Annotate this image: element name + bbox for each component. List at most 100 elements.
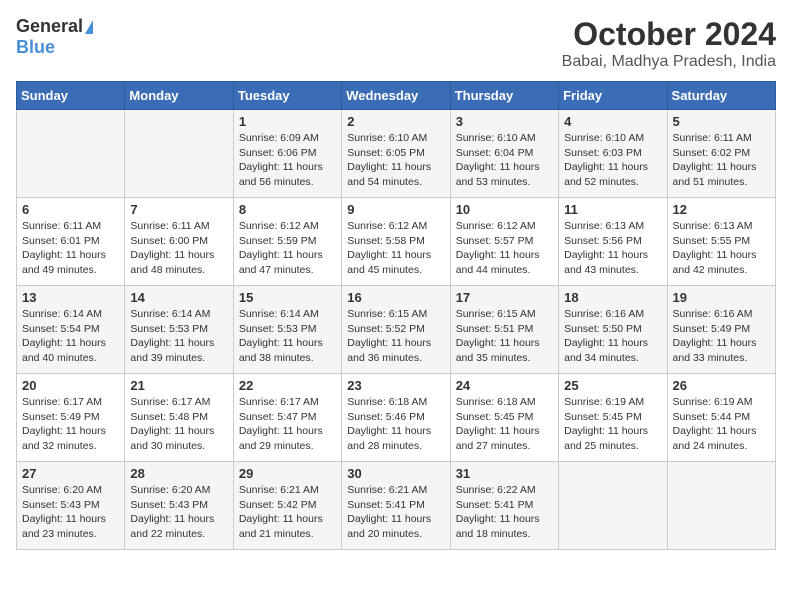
calendar-cell: 13Sunrise: 6:14 AM Sunset: 5:54 PM Dayli… [17,286,125,374]
header-row: SundayMondayTuesdayWednesdayThursdayFrid… [17,82,776,110]
calendar-table: SundayMondayTuesdayWednesdayThursdayFrid… [16,81,776,550]
cell-details: Sunrise: 6:15 AM Sunset: 5:52 PM Dayligh… [347,307,444,366]
calendar-cell: 28Sunrise: 6:20 AM Sunset: 5:43 PM Dayli… [125,462,233,550]
calendar-cell: 11Sunrise: 6:13 AM Sunset: 5:56 PM Dayli… [559,198,667,286]
calendar-cell: 29 Sunrise: 6:21 AM Sunset: 5:42 PM Dayli… [233,462,341,550]
calendar-cell: 24 Sunrise: 6:18 AM Sunset: 5:45 PM Dayli… [450,374,558,462]
cell-details: Sunrise: 6:19 AM Sunset: 5:45 PM Dayligh… [564,395,661,454]
calendar-cell: 17 Sunrise: 6:15 AM Sunset: 5:51 PM Dayli… [450,286,558,374]
cell-details: Sunrise: 6:14 AM Sunset: 5:53 PM Dayligh… [130,307,227,366]
header-day-sunday: Sunday [17,82,125,110]
calendar-cell: 14 Sunrise: 6:14 AM Sunset: 5:53 PM Dayli… [125,286,233,374]
day-number: 1 [239,114,336,129]
day-number: 10 [456,202,553,217]
cell-details: Sunrise: 6:11 AM Sunset: 6:02 PM Dayligh… [673,131,770,190]
day-number: 27 [22,466,119,481]
calendar-cell: 30 Sunrise: 6:21 AM Sunset: 5:41 PM Dayli… [342,462,450,550]
calendar-cell: 20Sunrise: 6:17 AM Sunset: 5:49 PM Dayli… [17,374,125,462]
day-number: 3 [456,114,553,129]
cell-details: Sunrise: 6:20 AM Sunset: 5:43 PM Dayligh… [22,483,119,542]
calendar-cell: 12 Sunrise: 6:13 AM Sunset: 5:55 PM Dayli… [667,198,775,286]
day-number: 21 [130,378,227,393]
day-number: 20 [22,378,119,393]
day-number: 9 [347,202,444,217]
day-number: 14 [130,290,227,305]
calendar-week-0: 1 Sunrise: 6:09 AM Sunset: 6:06 PM Daylig… [17,110,776,198]
calendar-subtitle: Babai, Madhya Pradesh, India [562,53,776,71]
calendar-cell: 6Sunrise: 6:11 AM Sunset: 6:01 PM Daylig… [17,198,125,286]
cell-details: Sunrise: 6:17 AM Sunset: 5:48 PM Dayligh… [130,395,227,454]
cell-details: Sunrise: 6:21 AM Sunset: 5:42 PM Dayligh… [239,483,336,542]
calendar-cell: 7Sunrise: 6:11 AM Sunset: 6:00 PM Daylig… [125,198,233,286]
day-number: 19 [673,290,770,305]
calendar-cell [125,110,233,198]
day-number: 17 [456,290,553,305]
day-number: 26 [673,378,770,393]
header-day-tuesday: Tuesday [233,82,341,110]
cell-details: Sunrise: 6:20 AM Sunset: 5:43 PM Dayligh… [130,483,227,542]
cell-details: Sunrise: 6:11 AM Sunset: 6:01 PM Dayligh… [22,219,119,278]
calendar-cell [667,462,775,550]
day-number: 25 [564,378,661,393]
calendar-cell: 8 Sunrise: 6:12 AM Sunset: 5:59 PM Daylig… [233,198,341,286]
logo-icon [85,20,93,34]
calendar-cell: 23 Sunrise: 6:18 AM Sunset: 5:46 PM Dayli… [342,374,450,462]
cell-details: Sunrise: 6:10 AM Sunset: 6:03 PM Dayligh… [564,131,661,190]
day-number: 18 [564,290,661,305]
cell-details: Sunrise: 6:12 AM Sunset: 5:59 PM Dayligh… [239,219,336,278]
cell-details: Sunrise: 6:09 AM Sunset: 6:06 PM Dayligh… [239,131,336,190]
cell-details: Sunrise: 6:14 AM Sunset: 5:53 PM Dayligh… [239,307,336,366]
calendar-cell: 9 Sunrise: 6:12 AM Sunset: 5:58 PM Daylig… [342,198,450,286]
day-number: 24 [456,378,553,393]
calendar-cell: 21 Sunrise: 6:17 AM Sunset: 5:48 PM Dayli… [125,374,233,462]
cell-details: Sunrise: 6:13 AM Sunset: 5:56 PM Dayligh… [564,219,661,278]
calendar-cell: 10 Sunrise: 6:12 AM Sunset: 5:57 PM Dayli… [450,198,558,286]
cell-details: Sunrise: 6:16 AM Sunset: 5:49 PM Dayligh… [673,307,770,366]
day-number: 16 [347,290,444,305]
calendar-cell: 3 Sunrise: 6:10 AM Sunset: 6:04 PM Daylig… [450,110,558,198]
day-number: 4 [564,114,661,129]
day-number: 15 [239,290,336,305]
cell-details: Sunrise: 6:12 AM Sunset: 5:58 PM Dayligh… [347,219,444,278]
calendar-cell: 31Sunrise: 6:22 AM Sunset: 5:41 PM Dayli… [450,462,558,550]
header-day-friday: Friday [559,82,667,110]
cell-details: Sunrise: 6:15 AM Sunset: 5:51 PM Dayligh… [456,307,553,366]
cell-details: Sunrise: 6:16 AM Sunset: 5:50 PM Dayligh… [564,307,661,366]
header: General Blue October 2024 Babai, Madhya … [16,16,776,71]
cell-details: Sunrise: 6:10 AM Sunset: 6:04 PM Dayligh… [456,131,553,190]
calendar-cell: 22 Sunrise: 6:17 AM Sunset: 5:47 PM Dayli… [233,374,341,462]
cell-details: Sunrise: 6:19 AM Sunset: 5:44 PM Dayligh… [673,395,770,454]
calendar-week-1: 6Sunrise: 6:11 AM Sunset: 6:01 PM Daylig… [17,198,776,286]
calendar-cell: 4 Sunrise: 6:10 AM Sunset: 6:03 PM Daylig… [559,110,667,198]
cell-details: Sunrise: 6:12 AM Sunset: 5:57 PM Dayligh… [456,219,553,278]
day-number: 7 [130,202,227,217]
cell-details: Sunrise: 6:18 AM Sunset: 5:45 PM Dayligh… [456,395,553,454]
calendar-cell: 27 Sunrise: 6:20 AM Sunset: 5:43 PM Dayli… [17,462,125,550]
header-day-thursday: Thursday [450,82,558,110]
title-area: October 2024 Babai, Madhya Pradesh, Indi… [562,16,776,71]
day-number: 13 [22,290,119,305]
cell-details: Sunrise: 6:13 AM Sunset: 5:55 PM Dayligh… [673,219,770,278]
day-number: 30 [347,466,444,481]
cell-details: Sunrise: 6:21 AM Sunset: 5:41 PM Dayligh… [347,483,444,542]
calendar-cell: 18 Sunrise: 6:16 AM Sunset: 5:50 PM Dayli… [559,286,667,374]
calendar-cell: 1 Sunrise: 6:09 AM Sunset: 6:06 PM Daylig… [233,110,341,198]
cell-details: Sunrise: 6:17 AM Sunset: 5:47 PM Dayligh… [239,395,336,454]
calendar-cell: 19 Sunrise: 6:16 AM Sunset: 5:49 PM Dayli… [667,286,775,374]
cell-details: Sunrise: 6:22 AM Sunset: 5:41 PM Dayligh… [456,483,553,542]
calendar-cell: 5Sunrise: 6:11 AM Sunset: 6:02 PM Daylig… [667,110,775,198]
header-day-wednesday: Wednesday [342,82,450,110]
day-number: 8 [239,202,336,217]
calendar-cell: 2Sunrise: 6:10 AM Sunset: 6:05 PM Daylig… [342,110,450,198]
day-number: 22 [239,378,336,393]
day-number: 12 [673,202,770,217]
day-number: 29 [239,466,336,481]
calendar-cell [17,110,125,198]
calendar-cell: 25 Sunrise: 6:19 AM Sunset: 5:45 PM Dayli… [559,374,667,462]
cell-details: Sunrise: 6:18 AM Sunset: 5:46 PM Dayligh… [347,395,444,454]
logo-blue-text: Blue [16,37,55,58]
cell-details: Sunrise: 6:10 AM Sunset: 6:05 PM Dayligh… [347,131,444,190]
day-number: 23 [347,378,444,393]
calendar-header: SundayMondayTuesdayWednesdayThursdayFrid… [17,82,776,110]
calendar-title: October 2024 [562,16,776,53]
